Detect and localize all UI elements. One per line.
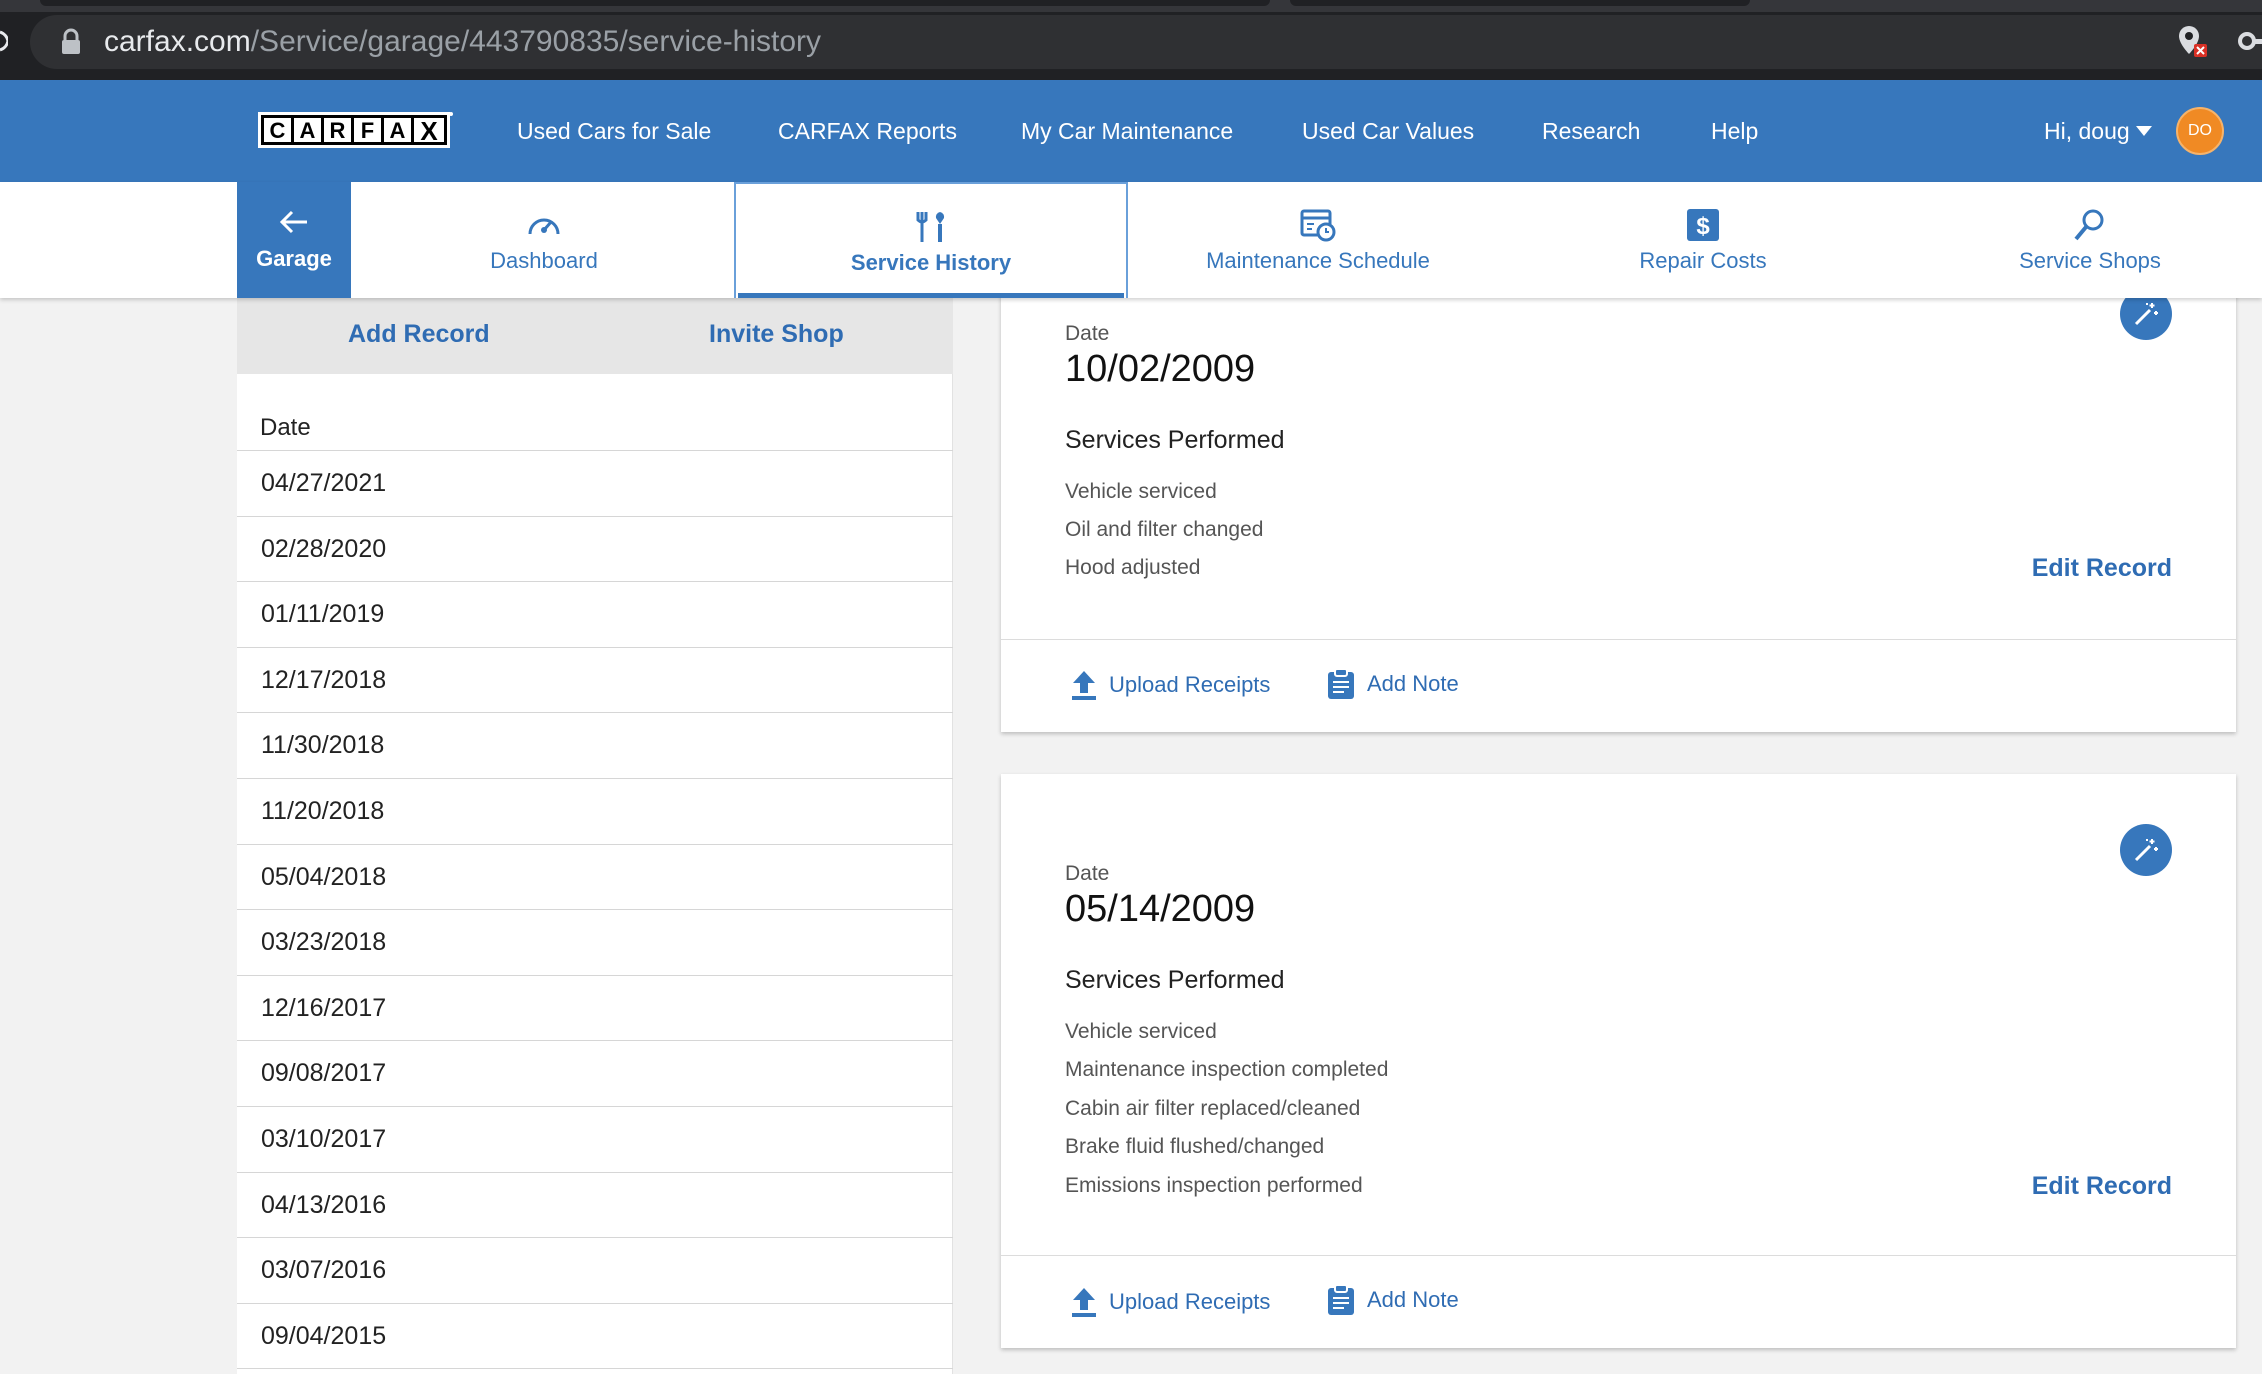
service-item: Maintenance inspection completed: [1065, 1058, 1389, 1081]
tab-dashboard[interactable]: Dashboard: [352, 182, 736, 298]
browser-tab[interactable]: [40, 0, 1270, 6]
date-list-item[interactable]: 09/08/2017: [237, 1041, 953, 1107]
url-text[interactable]: carfax.com/Service/garage/443790835/serv…: [104, 22, 821, 62]
date-list-item[interactable]: 02/28/2020: [237, 517, 953, 583]
garage-label: Garage: [256, 246, 332, 271]
mechanic-action-button[interactable]: [2120, 824, 2172, 876]
magnifier-icon: [2074, 209, 2104, 241]
tab-service-history[interactable]: Service History: [734, 182, 1128, 298]
service-item: Vehicle serviced: [1065, 1020, 1217, 1043]
service-item: Hood adjusted: [1065, 556, 1201, 579]
invite-shop-button[interactable]: Invite Shop: [709, 320, 844, 349]
services-performed-title: Services Performed: [1065, 426, 1285, 454]
date-list: 04/27/2021 02/28/2020 01/11/2019 12/17/2…: [237, 450, 953, 1370]
tab-repair-costs[interactable]: $ Repair Costs: [1508, 182, 1898, 298]
tab-label: Service Shops: [2019, 248, 2161, 273]
chevron-down-icon[interactable]: [2136, 126, 2152, 136]
svg-text:F: F: [361, 118, 374, 143]
clipboard-icon[interactable]: [1326, 1284, 1356, 1316]
url-host: carfax.com: [104, 25, 251, 58]
dollar-icon: $: [1687, 209, 1719, 241]
tab-label: Dashboard: [490, 248, 598, 273]
record-date: 10/02/2009: [1065, 348, 1256, 390]
add-note-link[interactable]: Add Note: [1367, 1287, 1459, 1313]
service-date-sidebar: Add Record Invite Shop Date 04/27/2021 0…: [237, 298, 953, 1374]
date-list-item[interactable]: 12/16/2017: [237, 976, 953, 1042]
carfax-logo[interactable]: C A R F A X: [258, 110, 454, 150]
tab-label: Maintenance Schedule: [1206, 248, 1430, 273]
tab-maintenance-schedule[interactable]: Maintenance Schedule: [1128, 182, 1508, 298]
key-icon[interactable]: [2238, 28, 2262, 54]
date-list-item[interactable]: 03/07/2016: [237, 1238, 953, 1304]
card-divider: [1001, 1255, 2236, 1256]
clipboard-icon[interactable]: [1326, 668, 1356, 700]
nav-carfax-reports[interactable]: CARFAX Reports: [778, 116, 957, 146]
reload-icon[interactable]: [0, 26, 8, 56]
date-list-item[interactable]: 04/27/2021: [237, 451, 953, 517]
garage-subnav: Garage Dashboard Service History Mainten…: [0, 182, 2262, 298]
record-date: 05/14/2009: [1065, 888, 1256, 930]
date-list-item[interactable]: 03/10/2017: [237, 1107, 953, 1173]
user-menu[interactable]: Hi, doug: [2044, 116, 2130, 146]
date-list-item[interactable]: 05/04/2018: [237, 845, 953, 911]
nav-used-car-values[interactable]: Used Car Values: [1302, 116, 1474, 146]
date-list-item[interactable]: 03/23/2018: [237, 910, 953, 976]
add-record-button[interactable]: Add Record: [348, 320, 490, 349]
nav-research[interactable]: Research: [1542, 116, 1640, 146]
services-performed-title: Services Performed: [1065, 966, 1285, 994]
upload-icon[interactable]: [1069, 1286, 1099, 1318]
date-list-item[interactable]: 11/20/2018: [237, 779, 953, 845]
date-list-item[interactable]: 01/11/2019: [237, 582, 953, 648]
date-list-item[interactable]: 04/13/2016: [237, 1173, 953, 1239]
browser-tab-strip: [0, 0, 2262, 12]
svg-text:R: R: [330, 118, 346, 143]
service-item: Cabin air filter replaced/cleaned: [1065, 1097, 1361, 1120]
edit-record-button[interactable]: Edit Record: [2032, 1172, 2172, 1201]
add-note-link[interactable]: Add Note: [1367, 671, 1459, 697]
lock-icon[interactable]: [60, 28, 82, 56]
speedometer-icon: [528, 218, 560, 235]
svg-text:A: A: [300, 118, 316, 143]
upload-receipts-link[interactable]: Upload Receipts: [1109, 672, 1270, 698]
service-item: Brake fluid flushed/changed: [1065, 1135, 1325, 1158]
svg-text:C: C: [270, 118, 286, 143]
tools-icon: [916, 212, 945, 242]
upload-receipts-link[interactable]: Upload Receipts: [1109, 1289, 1270, 1315]
tab-label: Service History: [850, 250, 1012, 275]
garage-back-button[interactable]: Garage: [237, 182, 351, 298]
nav-used-cars[interactable]: Used Cars for Sale: [517, 116, 711, 146]
browser-tab[interactable]: [1290, 0, 1750, 6]
record-date-label: Date: [1065, 862, 1110, 885]
service-record-card: Date 05/14/2009 Services Performed Vehic…: [1001, 774, 2236, 1348]
svg-text:$: $: [1696, 213, 1710, 240]
wand-icon: [2134, 303, 2158, 326]
date-list-item[interactable]: 11/30/2018: [237, 713, 953, 779]
svg-text:X: X: [420, 116, 438, 146]
active-tab-indicator: [738, 293, 1124, 298]
upload-icon[interactable]: [1069, 669, 1099, 701]
url-path: /Service/garage/443790835/service-histor…: [250, 25, 822, 58]
wand-icon: [2134, 839, 2158, 862]
edit-record-button[interactable]: Edit Record: [2032, 554, 2172, 583]
card-divider: [1001, 639, 2236, 640]
service-item: Oil and filter changed: [1065, 518, 1264, 541]
record-date-label: Date: [1065, 322, 1110, 345]
avatar[interactable]: DO: [2176, 107, 2224, 155]
arrow-left-icon: [279, 210, 307, 234]
tab-label: Repair Costs: [1639, 248, 1767, 273]
calendar-clock-icon: [1300, 209, 1336, 242]
service-item: Vehicle serviced: [1065, 480, 1217, 503]
location-blocked-icon[interactable]: [2176, 24, 2208, 58]
tab-service-shops[interactable]: Service Shops: [1898, 182, 2262, 298]
nav-my-car-maintenance[interactable]: My Car Maintenance: [1021, 116, 1233, 146]
date-list-item[interactable]: 09/04/2015: [237, 1304, 953, 1370]
date-column-header: Date: [260, 414, 311, 441]
browser-address-bar: carfax.com/Service/garage/443790835/serv…: [0, 0, 2262, 80]
service-item: Emissions inspection performed: [1065, 1174, 1363, 1197]
date-list-item[interactable]: 12/17/2018: [237, 648, 953, 714]
sidebar-action-bar: Add Record Invite Shop: [237, 298, 953, 374]
nav-help[interactable]: Help: [1711, 116, 1758, 146]
service-record-card: Date 10/02/2009 Services Performed Vehic…: [1001, 260, 2236, 732]
svg-text:A: A: [390, 118, 406, 143]
